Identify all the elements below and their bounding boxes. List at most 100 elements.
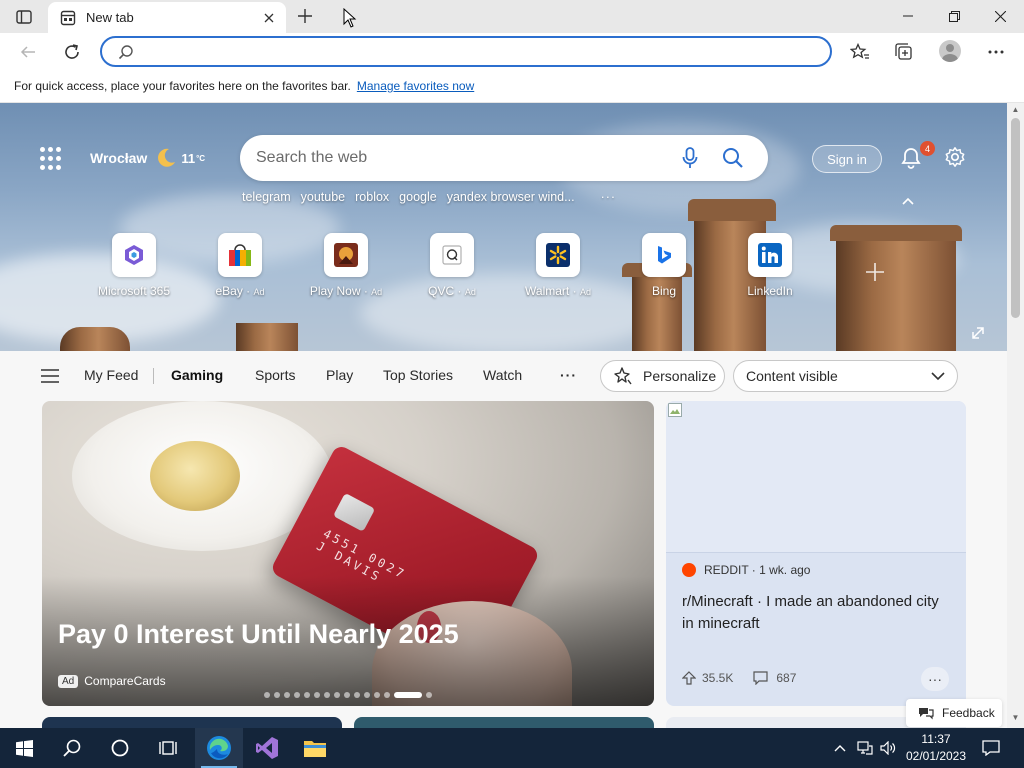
featured-headline[interactable]: Pay 0 Interest Until Nearly 2025 — [58, 619, 459, 650]
trending-item[interactable]: youtube — [301, 190, 345, 204]
nav-watch[interactable]: Watch — [483, 367, 522, 383]
news-card[interactable]: REDDIT · 1 wk. ago r/Minecraft · I made … — [666, 401, 966, 706]
background-image: Wrocław 11 °C Search the web telegram you… — [0, 103, 1007, 351]
show-hidden-icons-button[interactable] — [830, 728, 850, 768]
feedback-button[interactable]: Feedback — [906, 699, 1002, 727]
microphone-icon[interactable] — [682, 147, 698, 169]
nav-sports[interactable]: Sports — [255, 367, 295, 383]
carousel-indicator[interactable] — [264, 692, 432, 698]
tab-strip: New tab — [0, 0, 1024, 33]
add-site-plus-icon[interactable] — [862, 259, 888, 285]
collections-icon — [895, 43, 912, 60]
personalize-label: Personalize — [643, 368, 717, 384]
scrollbar-thumb[interactable] — [1011, 118, 1020, 318]
linkedin-logo-icon — [758, 243, 782, 267]
scroll-down-arrow-icon[interactable]: ▼ — [1011, 713, 1020, 722]
tile-label: eBay — [215, 284, 243, 298]
nav-gaming[interactable]: Gaming — [171, 367, 223, 383]
expand-arrow-icon[interactable] — [970, 325, 986, 341]
tile-ad-badge: Ad — [579, 287, 591, 297]
network-button[interactable] — [854, 728, 876, 768]
cortana-circle-icon — [111, 739, 129, 757]
news-card-title[interactable]: r/Minecraft · I made an abandoned city i… — [682, 591, 952, 635]
favorites-bar-message: For quick access, place your favorites h… — [14, 79, 351, 93]
taskbar-search-button[interactable] — [48, 728, 96, 768]
tile-microsoft-365[interactable]: Microsoft 365 — [89, 233, 179, 298]
web-search-box[interactable]: Search the web — [240, 135, 768, 181]
tab-new-tab[interactable]: New tab — [48, 2, 286, 33]
back-button[interactable] — [13, 37, 43, 67]
search-icon — [118, 44, 133, 59]
minimize-button[interactable] — [885, 0, 931, 32]
tile-play-now[interactable]: Play Now · Ad — [301, 233, 391, 298]
manage-favorites-link[interactable]: Manage favorites now — [357, 79, 474, 93]
content-visibility-dropdown[interactable]: Content visible — [733, 360, 958, 392]
tile-linkedin[interactable]: LinkedIn — [725, 233, 815, 298]
featured-ad-card[interactable]: 4551 0027 J DAVIS 5674 Pay 0 Interest Un… — [42, 401, 654, 706]
scroll-up-arrow-icon[interactable]: ▲ — [1011, 105, 1020, 114]
card-peek — [42, 717, 342, 728]
tile-bing[interactable]: Bing — [619, 233, 709, 298]
trending-item[interactable]: yandex browser wind... — [447, 190, 575, 204]
tab-close-button[interactable] — [260, 9, 278, 27]
search-icon — [63, 739, 81, 757]
more-horizontal-icon — [988, 50, 1004, 54]
address-bar[interactable] — [100, 36, 832, 67]
gear-icon[interactable] — [944, 146, 966, 168]
tile-walmart[interactable]: Walmart · Ad — [513, 233, 603, 298]
refresh-button[interactable] — [57, 37, 87, 67]
page-scrollbar[interactable]: ▲ ▼ — [1007, 103, 1024, 728]
favorites-button[interactable] — [845, 37, 875, 67]
trending-item[interactable]: google — [399, 190, 437, 204]
cortana-button[interactable] — [96, 728, 144, 768]
tile-qvc[interactable]: QVC · Ad — [407, 233, 497, 298]
trending-more-button[interactable]: ··· — [601, 190, 617, 204]
tile-ad-badge: Ad — [371, 287, 383, 297]
volume-button[interactable] — [877, 728, 899, 768]
trending-item[interactable]: telegram — [242, 190, 291, 204]
comment-icon[interactable] — [753, 671, 768, 685]
notification-count-badge: 4 — [920, 141, 935, 156]
news-card-more-button[interactable]: ··· — [921, 667, 949, 691]
trending-item[interactable]: roblox — [355, 190, 389, 204]
featured-source-name: CompareCards — [84, 674, 166, 688]
start-button[interactable] — [0, 728, 48, 768]
refresh-icon — [65, 44, 79, 59]
action-center-button[interactable] — [978, 728, 1004, 768]
tile-ebay[interactable]: eBay · Ad — [195, 233, 285, 298]
minimize-icon — [903, 15, 913, 17]
network-icon — [857, 741, 873, 755]
clock-time: 11:37 — [921, 732, 951, 746]
weather-widget[interactable]: Wrocław 11 °C — [90, 147, 205, 169]
apps-launcher-icon[interactable] — [40, 147, 64, 171]
search-icon[interactable] — [722, 147, 744, 169]
nav-play[interactable]: Play — [326, 367, 353, 383]
nav-more-button[interactable]: ··· — [560, 367, 577, 383]
tile-label: QVC — [428, 284, 455, 298]
address-input[interactable] — [146, 43, 786, 60]
close-window-button[interactable] — [977, 0, 1023, 32]
chevron-up-icon[interactable] — [900, 195, 916, 207]
hamburger-menu-icon[interactable] — [41, 369, 59, 383]
new-tab-button[interactable] — [292, 4, 318, 28]
browser-toolbar — [0, 33, 1024, 70]
task-view-button[interactable] — [144, 728, 192, 768]
news-card-image — [666, 401, 966, 553]
restore-button[interactable] — [931, 0, 977, 32]
taskbar-clock[interactable]: 11:37 02/01/2023 — [898, 731, 974, 765]
taskbar-edge[interactable] — [195, 728, 243, 768]
ebay-bag-icon — [229, 244, 251, 266]
collections-button[interactable] — [889, 37, 919, 67]
profile-avatar[interactable] — [939, 40, 961, 62]
sign-in-button[interactable]: Sign in — [812, 145, 882, 173]
nav-my-feed[interactable]: My Feed — [84, 367, 138, 383]
taskbar-visual-studio[interactable] — [243, 728, 291, 768]
new-tab-page-icon — [60, 10, 76, 25]
taskbar-file-explorer[interactable] — [291, 728, 339, 768]
settings-more-button[interactable] — [981, 37, 1011, 67]
nav-divider — [153, 368, 154, 384]
tab-actions-button[interactable] — [8, 6, 40, 28]
personalize-button[interactable]: Personalize — [600, 360, 725, 392]
nav-top-stories[interactable]: Top Stories — [383, 367, 453, 383]
thumbs-up-arrow-icon[interactable] — [682, 671, 696, 685]
